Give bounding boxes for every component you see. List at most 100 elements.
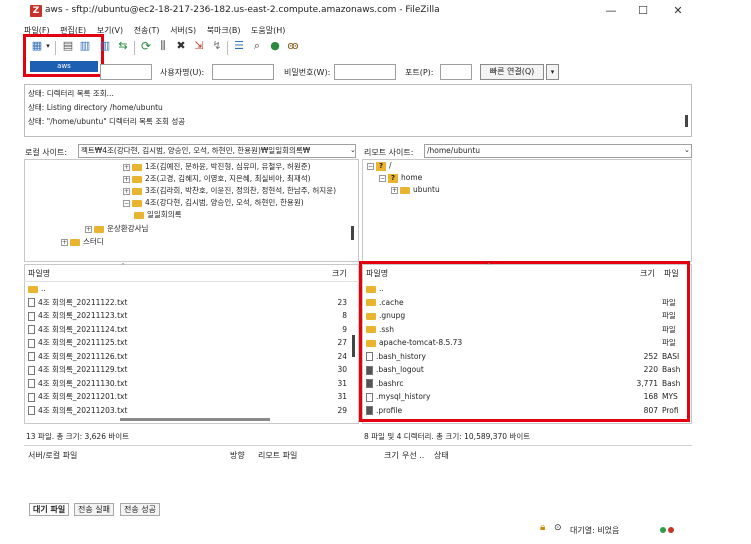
site-manager-icon[interactable]: ▦ xyxy=(30,39,44,53)
sync-browsing-icon[interactable]: ● xyxy=(268,39,282,53)
reconnect-icon[interactable]: ↯ xyxy=(210,39,224,53)
table-row[interactable]: apache-tomcat-8.5.73 파일 xyxy=(366,336,684,350)
username-label: 사용자명(U): xyxy=(160,68,205,77)
search-icon[interactable]: ⌕ xyxy=(250,39,264,53)
tab-successful-transfers[interactable]: 전송 성공 xyxy=(120,503,160,516)
menu-transfer[interactable]: 전송(T) xyxy=(134,26,160,35)
remote-col-type[interactable]: 파일 xyxy=(664,268,679,279)
site-manager-popup-item[interactable]: aws xyxy=(30,61,98,72)
tree-item[interactable]: −4조(강다현, 김시범, 양승인, 오석, 하현민, 한용원) xyxy=(123,197,304,208)
filter-icon[interactable]: ⫼ xyxy=(156,39,170,53)
folder-icon xyxy=(366,326,376,333)
folder-icon xyxy=(70,238,80,246)
local-col-filename[interactable]: 파일명 xyxy=(28,268,50,279)
speed-limit-icon[interactable]: ⊙ xyxy=(554,523,562,533)
table-row[interactable]: 4조 회의록_20211124.txt 9 xyxy=(28,323,353,337)
tree-item[interactable]: +3조(김라희, 박찬호, 이윤진, 정의찬, 정현석, 한남주, 허지윤) xyxy=(123,185,336,196)
local-status-text: 13 파일. 총 크기: 3,626 바이트 xyxy=(26,432,130,441)
remote-site-path-input[interactable]: /home/ubuntu xyxy=(424,144,692,158)
table-row[interactable]: 4조 회의록_20211123.txt 8 xyxy=(28,309,353,323)
folder-icon xyxy=(134,211,144,219)
table-row[interactable]: 4조 회의록_20211201.txt 31 xyxy=(28,390,353,404)
close-button[interactable]: ✕ xyxy=(663,3,693,19)
port-input[interactable] xyxy=(440,64,472,80)
table-row[interactable]: .cache 파일 xyxy=(366,296,684,310)
text-file-icon xyxy=(28,379,35,388)
queue-col-file[interactable]: 서버/로컬 파일 xyxy=(28,450,77,461)
table-row[interactable]: 4조 회의록_20211125.txt 27 xyxy=(28,336,353,350)
tree-item[interactable]: + 운상환강사님 xyxy=(85,223,148,234)
remote-site-label: 리모트 사이트: xyxy=(364,148,414,157)
menu-server[interactable]: 서버(S) xyxy=(170,26,196,35)
folder-icon xyxy=(94,225,104,233)
table-row[interactable]: .profile 807 Profi xyxy=(366,404,684,418)
menu-bookmarks[interactable]: 북마크(B) xyxy=(207,26,241,35)
local-tree-scrollbar[interactable] xyxy=(351,226,354,240)
file-icon xyxy=(366,365,373,375)
queue-col-size[interactable]: 크기 xyxy=(384,450,399,461)
table-row[interactable]: 4조 회의록_20211129.txt 30 xyxy=(28,363,353,377)
message-log-toggle-icon[interactable]: ▤ xyxy=(61,39,75,53)
tree-item[interactable]: −? / xyxy=(367,161,392,171)
table-row[interactable]: .bashrc 3,771 Bash xyxy=(366,377,684,391)
local-list-scrollbar[interactable] xyxy=(352,335,355,357)
local-tree-toggle-icon[interactable]: ▥ xyxy=(78,39,92,53)
queue-col-direction[interactable]: 방향 xyxy=(230,450,245,461)
local-site-label: 로컬 사이트: xyxy=(25,148,68,157)
log-scrollbar[interactable] xyxy=(685,115,688,127)
tree-item[interactable]: −? home xyxy=(379,173,422,183)
refresh-icon[interactable]: ⟳ xyxy=(139,39,153,53)
host-input[interactable] xyxy=(100,64,152,80)
tree-item[interactable]: + ubuntu xyxy=(391,185,440,194)
table-row[interactable]: .bash_logout 220 Bash xyxy=(366,363,684,377)
minimize-button[interactable]: — xyxy=(596,3,626,19)
site-manager-dropdown-icon[interactable]: ▾ xyxy=(44,39,52,53)
local-path-dropdown-icon[interactable]: ⌄ xyxy=(350,146,356,154)
local-col-size[interactable]: 크기 xyxy=(332,268,347,279)
table-row[interactable]: 4조 회의록_20211126.txt 24 xyxy=(28,350,353,364)
queue-col-remote-file[interactable]: 리모트 파일 xyxy=(258,450,297,461)
find-files-icon[interactable]: ꙭ xyxy=(286,39,300,53)
quickconnect-history-dropdown[interactable]: ▾ xyxy=(546,64,559,80)
tree-item[interactable]: + 스터디 xyxy=(61,236,104,247)
table-row[interactable]: .. xyxy=(366,282,684,296)
table-row[interactable]: .. xyxy=(28,282,353,296)
transfer-queue-toggle-icon[interactable]: ⇆ xyxy=(116,39,130,53)
table-row[interactable]: .bash_history 252 BASI xyxy=(366,350,684,364)
tree-item-selected[interactable]: 일일회의록 xyxy=(134,209,182,220)
cancel-operation-icon[interactable]: ✖ xyxy=(174,39,188,53)
remote-col-filename[interactable]: 파일명 xyxy=(366,268,388,279)
log-line: 상태: Listing directory /home/ubuntu xyxy=(28,103,163,112)
remote-col-size[interactable]: 크기 xyxy=(640,268,655,279)
window-title: aws - sftp://ubuntu@ec2-18-217-236-182.u… xyxy=(45,5,440,15)
text-file-icon xyxy=(28,338,35,348)
local-directory-tree: +1조(김예진, 문하윤, 박진형, 심유미, 유철우, 허원준) +2조(고경… xyxy=(24,159,359,262)
table-row[interactable]: 4조 회의록_20211122.txt 23 xyxy=(28,296,353,310)
folder-icon xyxy=(366,285,376,293)
unknown-folder-icon: ? xyxy=(388,173,398,183)
tab-failed-transfers[interactable]: 전송 실패 xyxy=(74,503,114,516)
directory-compare-icon[interactable]: ☰ xyxy=(232,39,246,53)
disconnect-icon[interactable]: ⇲ xyxy=(192,39,206,53)
menu-help[interactable]: 도움말(H) xyxy=(251,26,285,35)
table-row[interactable]: 4조 회의록_20211130.txt 31 xyxy=(28,377,353,391)
quickconnect-button[interactable]: 빠른 연결(Q) xyxy=(480,64,544,80)
file-icon xyxy=(366,352,373,361)
table-row[interactable]: 4조 회의록_20211203.txt 29 xyxy=(28,404,353,418)
local-site-path-input[interactable]: 젝트₩4조(강다현, 김시범, 양승인, 오석, 하현민, 한용원)₩일일회의록… xyxy=(78,144,356,158)
remote-path-dropdown-icon[interactable]: ⌄ xyxy=(684,146,690,154)
username-input[interactable] xyxy=(212,64,274,80)
tree-item[interactable]: +1조(김예진, 문하윤, 박진형, 심유미, 유철우, 허원준) xyxy=(123,161,311,172)
text-file-icon xyxy=(28,352,35,361)
queue-col-status[interactable]: 상태 xyxy=(434,450,449,461)
tab-queued-files[interactable]: 대기 파일 xyxy=(29,503,70,516)
table-row[interactable]: .ssh 파일 xyxy=(366,323,684,337)
local-list-hscrollbar[interactable] xyxy=(120,418,270,421)
maximize-button[interactable]: ☐ xyxy=(628,3,658,19)
password-input[interactable] xyxy=(334,64,396,80)
table-row[interactable]: .mysql_history 168 MYS xyxy=(366,390,684,404)
table-row[interactable]: .gnupg 파일 xyxy=(366,309,684,323)
remote-tree-toggle-icon[interactable]: ▥ xyxy=(98,39,112,53)
tree-item[interactable]: +2조(고경, 김혜지, 이영호, 지은혜, 최실비아, 최재석) xyxy=(123,173,311,184)
queue-col-priority[interactable]: 우선 .. xyxy=(402,450,424,461)
